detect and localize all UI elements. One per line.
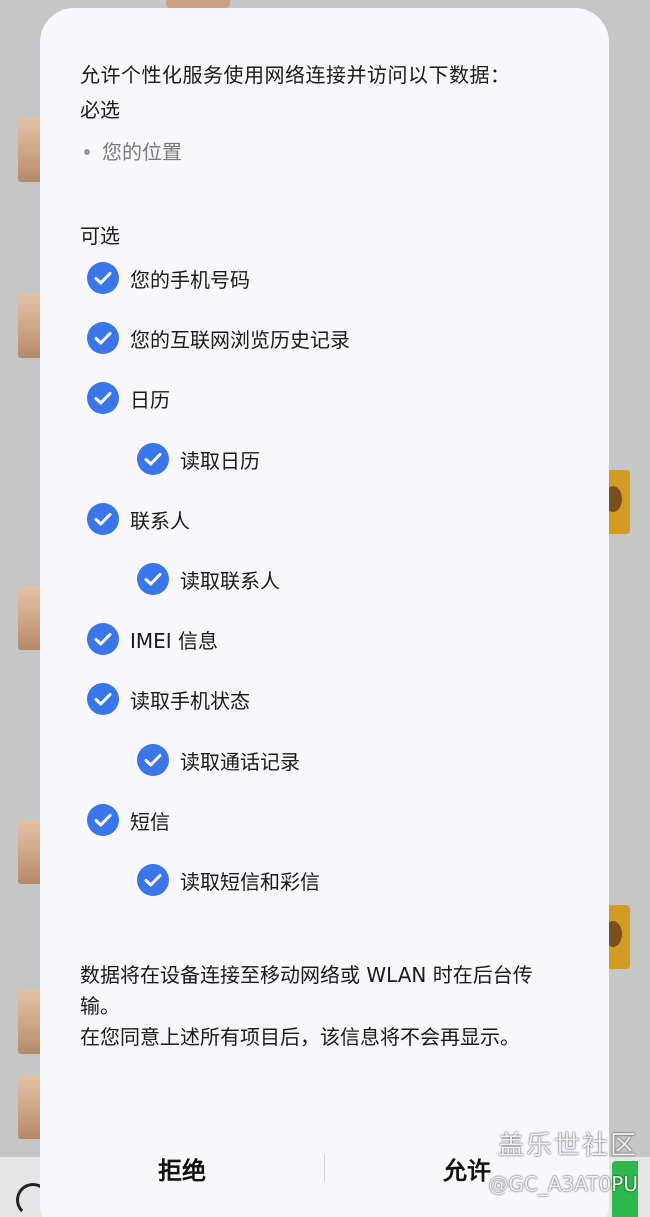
background-avatar bbox=[18, 1075, 42, 1139]
permission-item[interactable]: 读取短信和彩信 bbox=[137, 860, 320, 900]
footer-line-notice: 在您同意上述所有项目后，该信息将不会再显示。 bbox=[80, 1025, 520, 1049]
permission-label: 短信 bbox=[130, 809, 170, 834]
dialog-footer-text: 数据将在设备连接至移动网络或 WLAN 时在后台传输。 在您同意上述所有项目后，… bbox=[80, 960, 560, 1053]
check-circle-icon[interactable] bbox=[87, 262, 119, 294]
background-avatar bbox=[18, 294, 42, 358]
permission-item[interactable]: 您的互联网浏览历史记录 bbox=[87, 318, 350, 358]
permission-label: 日历 bbox=[130, 387, 170, 412]
required-item-location: 您的位置 bbox=[80, 136, 182, 165]
background-avatar bbox=[18, 820, 42, 884]
permission-item[interactable]: 联系人 bbox=[87, 499, 190, 539]
background-avatar bbox=[18, 118, 42, 182]
watermark-site: 盖乐世社区 bbox=[497, 1131, 638, 1161]
footer-line-transfer: 数据将在设备连接至移动网络或 WLAN 时在后台传输。 bbox=[80, 963, 533, 1018]
permission-label: IMEI 信息 bbox=[130, 628, 219, 653]
dialog-intro: 允许个性化服务使用网络连接并访问以下数据： bbox=[80, 63, 511, 87]
permission-item[interactable]: 读取联系人 bbox=[137, 559, 280, 599]
permission-item[interactable]: 读取日历 bbox=[137, 439, 260, 479]
required-section-title: 必选 bbox=[80, 98, 120, 122]
check-circle-icon[interactable] bbox=[87, 804, 119, 836]
background-avatar bbox=[166, 0, 230, 8]
background-avatar bbox=[18, 586, 42, 650]
permission-label: 读取手机状态 bbox=[130, 688, 250, 713]
permission-item[interactable]: 日历 bbox=[87, 378, 170, 418]
permission-item[interactable]: 读取手机状态 bbox=[87, 679, 250, 719]
permission-item[interactable]: 读取通话记录 bbox=[137, 740, 300, 780]
permission-label: 您的手机号码 bbox=[130, 267, 250, 292]
permission-label: 读取短信和彩信 bbox=[180, 869, 320, 894]
background-avatar bbox=[18, 990, 42, 1054]
watermark-user: @GC_A3AT0PU bbox=[488, 1172, 638, 1196]
permission-item[interactable]: 短信 bbox=[87, 800, 170, 840]
bullet-icon bbox=[84, 148, 90, 155]
check-circle-icon[interactable] bbox=[87, 503, 119, 535]
watermark: 盖乐世社区 @GC_A3AT0PU bbox=[488, 1125, 638, 1196]
check-circle-icon[interactable] bbox=[87, 623, 119, 655]
check-circle-icon[interactable] bbox=[87, 683, 119, 715]
check-circle-icon[interactable] bbox=[137, 443, 169, 475]
permission-label: 您的互联网浏览历史记录 bbox=[130, 327, 350, 352]
deny-button[interactable]: 拒绝 bbox=[40, 1151, 324, 1186]
check-circle-icon[interactable] bbox=[87, 322, 119, 354]
permission-item[interactable]: IMEI 信息 bbox=[87, 619, 218, 659]
permission-label: 读取日历 bbox=[180, 448, 260, 473]
permission-label: 联系人 bbox=[130, 508, 190, 533]
permission-item[interactable]: 您的手机号码 bbox=[87, 258, 250, 298]
check-circle-icon[interactable] bbox=[137, 744, 169, 776]
permission-label: 读取通话记录 bbox=[180, 749, 300, 774]
permission-label: 读取联系人 bbox=[180, 568, 280, 593]
required-item-label: 您的位置 bbox=[102, 140, 182, 164]
permission-dialog: 允许个性化服务使用网络连接并访问以下数据： 必选 您的位置 可选 您的手机号码您… bbox=[40, 8, 609, 1217]
check-circle-icon[interactable] bbox=[137, 864, 169, 896]
check-circle-icon[interactable] bbox=[137, 563, 169, 595]
optional-section-title: 可选 bbox=[80, 224, 120, 248]
check-circle-icon[interactable] bbox=[87, 382, 119, 414]
